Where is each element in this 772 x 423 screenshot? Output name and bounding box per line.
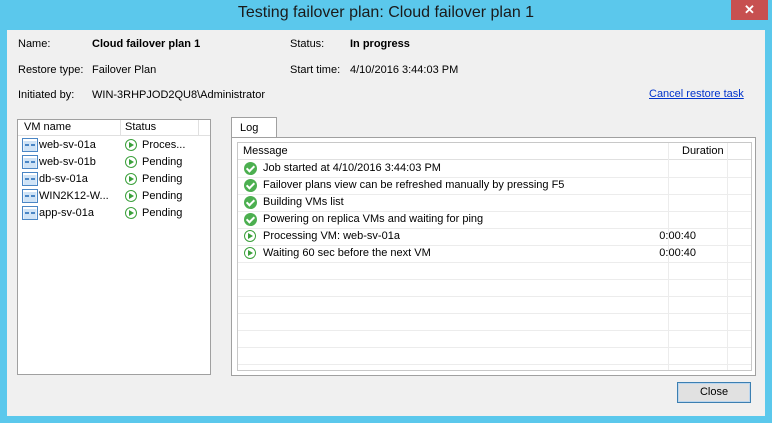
initiated-by-value: WIN-3RHPJOD2QU8\Administrator — [92, 89, 265, 101]
vm-name-column-header[interactable]: VM name — [24, 121, 71, 133]
log-message: Processing VM: web-sv-01a — [263, 230, 400, 242]
play-icon — [244, 247, 256, 259]
tab-log[interactable]: Log — [231, 117, 277, 138]
play-icon — [125, 139, 137, 151]
log-duration: 0:00:40 — [659, 247, 696, 259]
vm-name: web-sv-01a — [39, 139, 96, 151]
vm-list-item[interactable]: db-sv-01a Pending — [18, 171, 210, 188]
log-duration: 0:00:40 — [659, 230, 696, 242]
log-message: Job started at 4/10/2016 3:44:03 PM — [263, 162, 441, 174]
vm-name: app-sv-01a — [39, 207, 95, 219]
vm-list-item[interactable]: WIN2K12-W... Pending — [18, 188, 210, 205]
log-message: Building VMs list — [263, 196, 344, 208]
tab-log-label: Log — [240, 122, 259, 134]
column-divider[interactable] — [120, 120, 121, 135]
log-row[interactable]: Powering on replica VMs and waiting for … — [238, 211, 751, 229]
dialog-window: Testing failover plan: Cloud failover pl… — [0, 0, 772, 423]
name-label: Name: — [18, 38, 51, 50]
vm-status-column-header[interactable]: Status — [125, 121, 156, 133]
log-message: Waiting 60 sec before the next VM — [263, 247, 431, 259]
vm-list-item[interactable]: web-sv-01b Pending — [18, 154, 210, 171]
vm-status: Pending — [142, 156, 183, 168]
log-row[interactable]: Failover plans view can be refreshed man… — [238, 177, 751, 195]
play-icon — [125, 173, 137, 185]
vm-icon — [22, 138, 38, 152]
initiated-by-label: Initiated by: — [18, 89, 75, 101]
duration-column-header[interactable]: Duration — [682, 145, 724, 157]
vm-status: Pending — [142, 173, 183, 185]
check-icon — [244, 162, 257, 175]
log-empty-row — [238, 313, 751, 331]
window-title: Testing failover plan: Cloud failover pl… — [237, 4, 535, 21]
play-icon — [125, 156, 137, 168]
check-icon — [244, 179, 257, 192]
vm-list-item[interactable]: app-sv-01a Pending — [18, 205, 210, 222]
title-bar[interactable]: Testing failover plan: Cloud failover pl… — [0, 0, 772, 30]
status-label: Status: — [290, 38, 325, 50]
vm-list-header: VM name Status — [18, 120, 210, 136]
vm-list-panel[interactable]: VM name Status web-sv-01a Proces... web-sv… — [17, 119, 211, 375]
start-time-label: Start time: — [290, 64, 341, 76]
restore-type-label: Restore type: — [18, 64, 84, 76]
start-time-value: 4/10/2016 3:44:03 PM — [350, 64, 459, 76]
vm-icon — [22, 189, 38, 203]
status-value: In progress — [350, 38, 410, 50]
log-row[interactable]: Waiting 60 sec before the next VM 0:00:40 — [238, 245, 751, 263]
column-divider[interactable] — [198, 120, 199, 135]
log-empty-row — [238, 262, 751, 280]
restore-type-value: Failover Plan — [92, 64, 157, 76]
log-row[interactable]: Building VMs list — [238, 194, 751, 212]
vm-icon — [22, 172, 38, 186]
name-value: Cloud failover plan 1 — [92, 38, 201, 50]
log-table[interactable]: Message Duration Job started at 4/10/201… — [237, 142, 752, 371]
log-message: Powering on replica VMs and waiting for … — [263, 213, 484, 225]
vm-list-item[interactable]: web-sv-01a Proces... — [18, 137, 210, 154]
vm-name: db-sv-01a — [39, 173, 88, 185]
vm-status: Pending — [142, 207, 183, 219]
play-icon — [125, 207, 137, 219]
message-column-header[interactable]: Message — [243, 145, 288, 157]
play-icon — [244, 230, 256, 242]
vm-name: web-sv-01b — [39, 156, 96, 168]
log-empty-row — [238, 347, 751, 365]
dialog-client-area: Name: Cloud failover plan 1 Restore type… — [7, 30, 765, 416]
vm-icon — [22, 206, 38, 220]
window-close-button[interactable]: ✕ — [731, 0, 768, 20]
vm-status: Proces... — [142, 139, 186, 151]
log-empty-row — [238, 296, 751, 314]
log-message: Failover plans view can be refreshed man… — [263, 179, 565, 191]
cancel-restore-link[interactable]: Cancel restore task — [649, 88, 744, 100]
vm-status: Pending — [142, 190, 183, 202]
vm-name: WIN2K12-W... — [39, 190, 109, 202]
check-icon — [244, 196, 257, 209]
vm-icon — [22, 155, 38, 169]
close-button[interactable]: Close — [677, 382, 751, 403]
log-empty-row — [238, 279, 751, 297]
check-icon — [244, 213, 257, 226]
log-tab-page: Message Duration Job started at 4/10/201… — [231, 137, 756, 376]
log-row[interactable]: Job started at 4/10/2016 3:44:03 PM — [238, 160, 751, 178]
log-header: Message Duration — [238, 143, 751, 160]
log-row[interactable]: Processing VM: web-sv-01a 0:00:40 — [238, 228, 751, 246]
play-icon — [125, 190, 137, 202]
log-empty-row — [238, 330, 751, 348]
